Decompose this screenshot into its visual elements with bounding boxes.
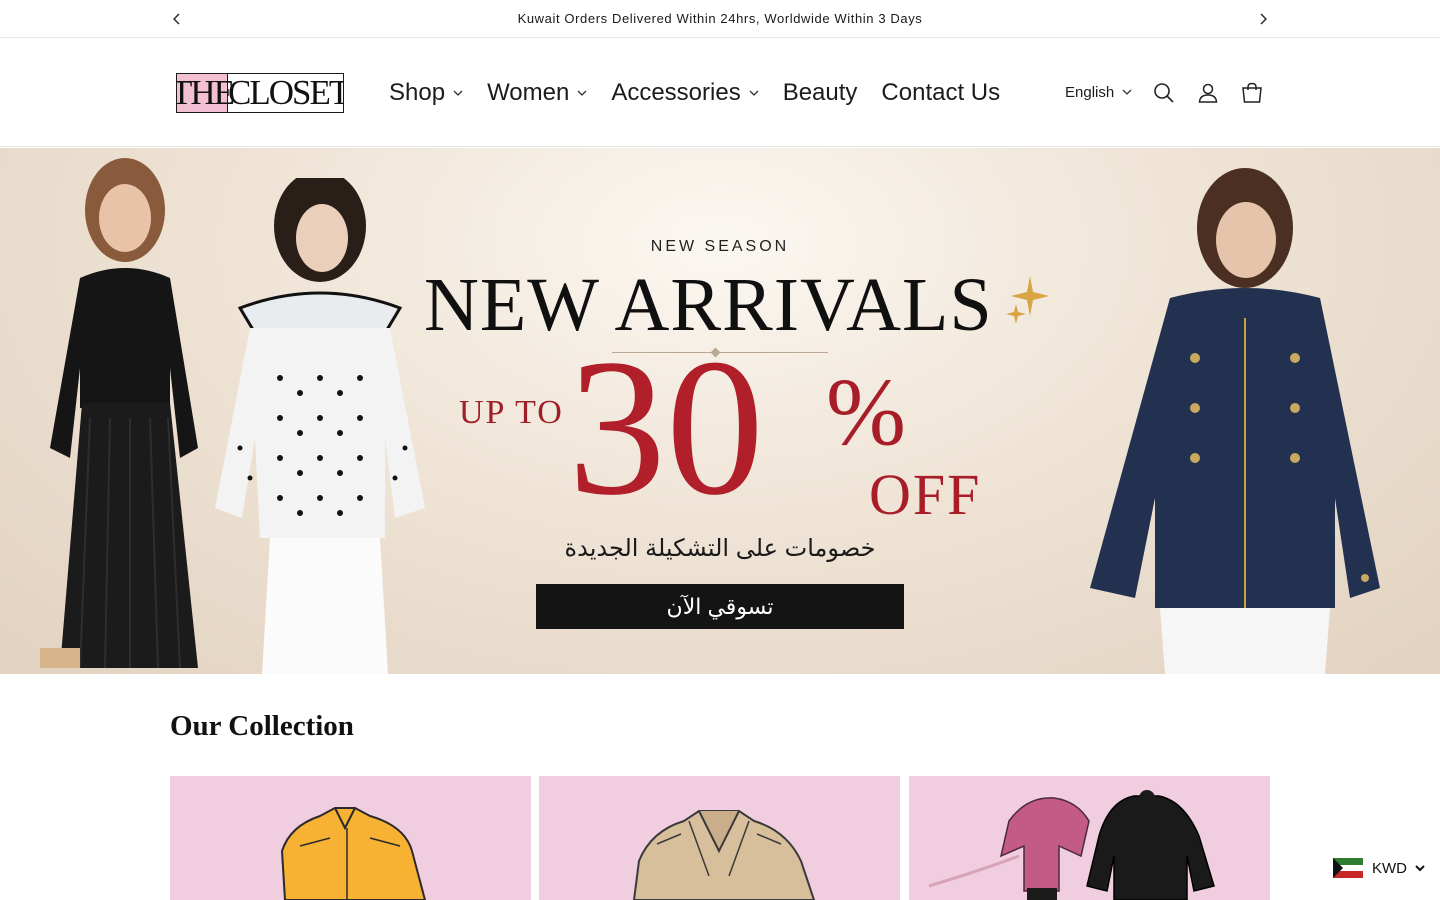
announcement-text: Kuwait Orders Delivered Within 24hrs, Wo…: [517, 11, 923, 26]
site-logo[interactable]: THE CLOSET: [176, 73, 344, 113]
hero-banner[interactable]: NEW SEASON NEW ARRIVALS UP TO 30 % OFF خ…: [0, 148, 1440, 674]
nav-item-contact-us[interactable]: Contact Us: [881, 79, 1000, 107]
hero-off: OFF: [869, 462, 982, 527]
nav-item-label: Women: [487, 79, 570, 106]
yellow-shirt-sketch-image: [280, 807, 427, 900]
nav-item-label: Accessories: [611, 79, 741, 106]
nav-item-women[interactable]: Women: [487, 79, 587, 107]
kuwait-flag-icon: [1333, 858, 1363, 878]
model-black-outfit-image: [40, 158, 198, 669]
nav-item-label: Contact Us: [881, 79, 1001, 106]
chevron-down-icon: [1415, 864, 1425, 872]
cart-button[interactable]: [1240, 81, 1264, 105]
chevron-down-icon: [453, 90, 463, 97]
section-title: Our Collection: [170, 710, 354, 742]
hero-eyebrow: NEW SEASON: [650, 238, 790, 255]
main-nav: Shop Women Accessories Beauty Contact Us: [389, 77, 1024, 109]
chevron-down-icon: [577, 90, 587, 97]
cart-icon: [1242, 82, 1262, 103]
currency-selector[interactable]: KWD: [1333, 858, 1425, 878]
nav-item-shop[interactable]: Shop: [389, 79, 463, 107]
account-icon: [1198, 83, 1218, 103]
nav-item-label: Beauty: [782, 79, 858, 106]
chevron-down-icon: [749, 90, 759, 97]
collection-card[interactable]: [539, 776, 900, 900]
shop-now-button[interactable]: تسوقي الآن: [536, 584, 904, 629]
announcement-next-button[interactable]: [1255, 10, 1271, 28]
logo-the: THE: [176, 73, 235, 112]
nav-item-accessories[interactable]: Accessories: [611, 79, 759, 107]
language-label: English: [1065, 84, 1115, 101]
currency-code: KWD: [1372, 859, 1407, 877]
hero-arabic-subtitle: خصومات على التشكيلة الجديدة: [564, 535, 876, 562]
hero-discount-number: 30: [568, 319, 764, 536]
collection-card[interactable]: [170, 776, 531, 900]
beige-trench-sketch-image: [632, 810, 816, 900]
sparkle-icon: [1006, 276, 1049, 324]
nav-item-label: Shop: [389, 79, 446, 106]
collection-card[interactable]: [909, 776, 1270, 900]
search-button[interactable]: [1152, 81, 1176, 105]
logo-closet: CLOSET: [228, 73, 344, 112]
nav-item-beauty[interactable]: Beauty: [783, 79, 858, 107]
language-selector[interactable]: English: [1065, 84, 1132, 101]
announcement-bar: Kuwait Orders Delivered Within 24hrs, Wo…: [0, 0, 1440, 38]
site-header: THE CLOSET Shop Women Accessories Beauty…: [0, 39, 1440, 147]
account-button[interactable]: [1196, 81, 1220, 105]
search-icon: [1154, 83, 1174, 103]
hero-up-to: UP TO: [459, 394, 564, 431]
hero-percent: %: [826, 358, 906, 465]
chevron-down-icon: [1122, 89, 1132, 96]
chevron-right-icon: [1260, 13, 1267, 25]
pink-black-outfits-sketch-image: [928, 790, 1215, 900]
